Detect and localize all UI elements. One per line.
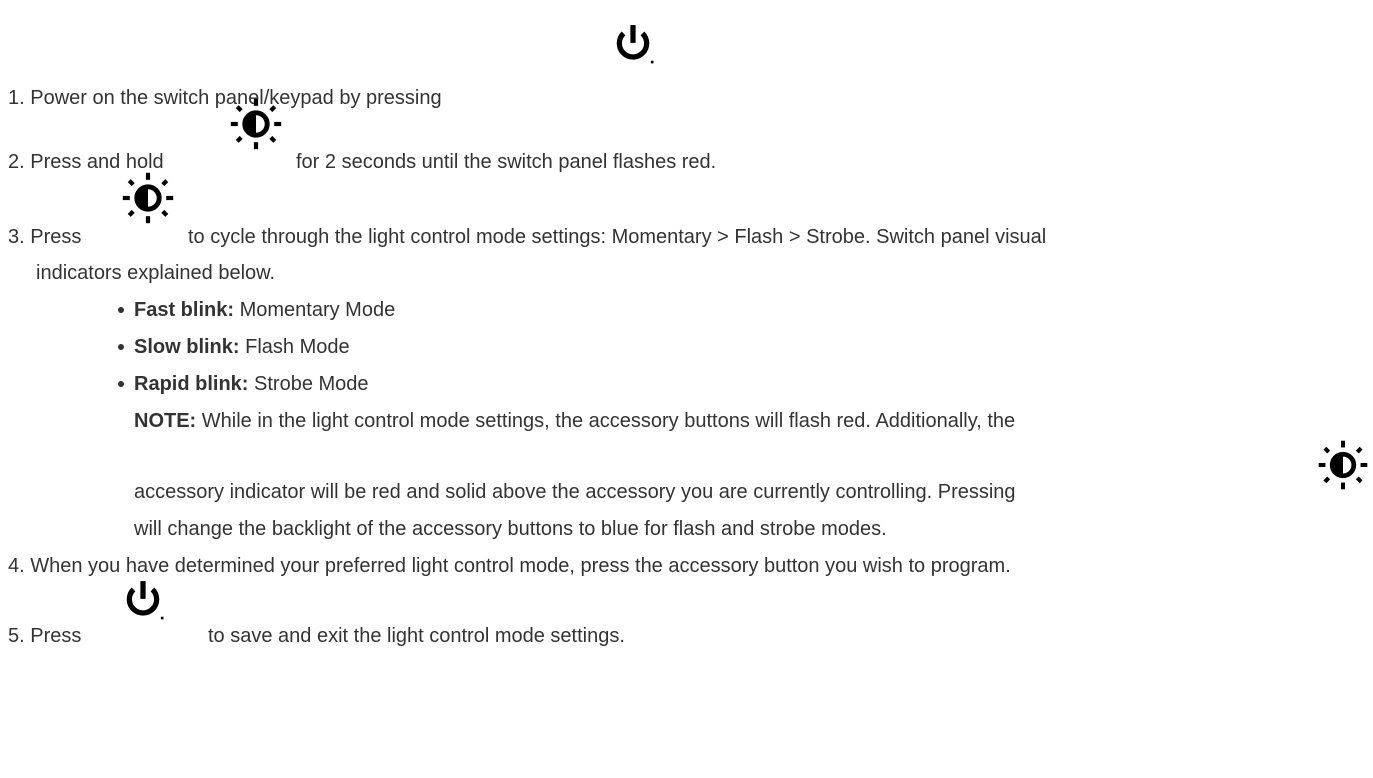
note-line-1: NOTE: While in the light control mode se… <box>134 409 1015 433</box>
bullet-dot <box>118 344 124 350</box>
brightness-icon <box>228 96 284 152</box>
step-text: When you have determined your preferred … <box>30 555 1011 577</box>
step-text-after: for 2 seconds until the switch panel fla… <box>296 151 717 173</box>
step-text-before: Press <box>30 226 82 248</box>
step-number: 5. <box>8 625 25 647</box>
bullet-dot <box>118 381 124 387</box>
power-icon <box>612 24 654 66</box>
bullet-text: Momentary Mode <box>234 299 396 321</box>
bullet-text: Strobe Mode <box>248 373 369 395</box>
list-item: Slow blink: Flash Mode <box>134 335 350 359</box>
step-number: 3. <box>8 226 25 248</box>
bullet-label: Slow blink: <box>134 336 240 358</box>
list-item: Fast blink: Momentary Mode <box>134 298 395 322</box>
step-4: 4. When you have determined your preferr… <box>8 554 1011 578</box>
note-line-2: accessory indicator will be red and soli… <box>134 481 1016 503</box>
brightness-icon <box>1316 438 1370 492</box>
step-text-before: Press <box>30 625 82 647</box>
bullet-label: Fast blink: <box>134 299 235 321</box>
brightness-icon <box>120 170 176 226</box>
step-continuation: indicators explained below. <box>36 262 276 284</box>
bullet-label: Rapid blink: <box>134 373 249 395</box>
step-number: 1. <box>8 87 25 109</box>
note-label: NOTE: <box>134 410 197 432</box>
bullet-dot <box>118 307 124 313</box>
power-icon <box>122 580 164 622</box>
step-1: 1. Power on the switch panel/keypad by p… <box>8 86 442 110</box>
step-text-after: to save and exit the light control mode … <box>208 625 625 647</box>
step-number: 4. <box>8 555 25 577</box>
note-line-3: will change the backlight of the accesso… <box>134 518 887 540</box>
bullet-text: Flash Mode <box>239 336 350 358</box>
step-text-after: to cycle through the light control mode … <box>188 226 1047 248</box>
step-number: 2. <box>8 151 25 173</box>
step-3: 3. Press <box>8 225 81 249</box>
step-5: 5. Press <box>8 624 81 648</box>
note-text: While in the light control mode settings… <box>196 410 1016 432</box>
list-item: Rapid blink: Strobe Mode <box>134 372 369 396</box>
